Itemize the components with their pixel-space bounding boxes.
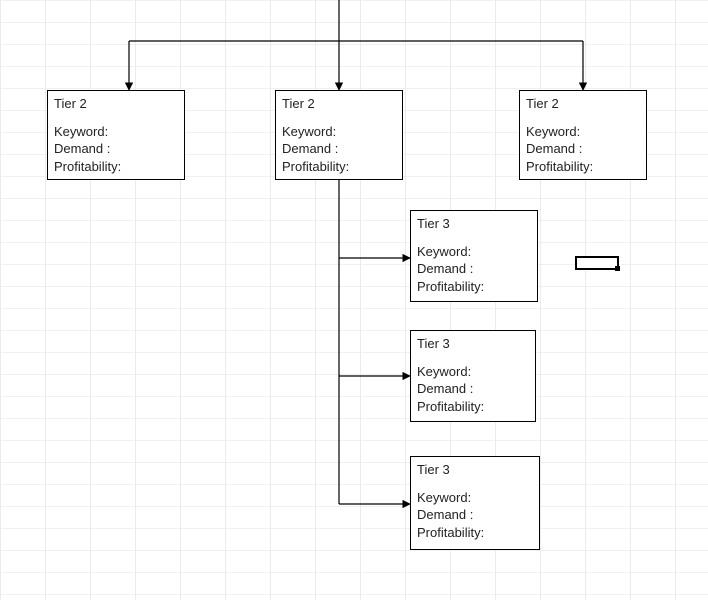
field-demand: Demand :	[526, 140, 640, 158]
field-keyword: Keyword:	[282, 123, 396, 141]
node-title: Tier 2	[54, 95, 178, 113]
node-title: Tier 2	[526, 95, 640, 113]
diagram-stage: Tier 2 Keyword: Demand : Profitability: …	[0, 0, 708, 600]
field-profitability: Profitability:	[417, 278, 531, 296]
field-demand: Demand :	[417, 506, 533, 524]
node-title: Tier 3	[417, 335, 529, 353]
node-title: Tier 3	[417, 215, 531, 233]
field-demand: Demand :	[282, 140, 396, 158]
node-tier3-a[interactable]: Tier 3 Keyword: Demand : Profitability:	[410, 210, 538, 302]
field-keyword: Keyword:	[417, 489, 533, 507]
node-tier2-right[interactable]: Tier 2 Keyword: Demand : Profitability:	[519, 90, 647, 180]
field-keyword: Keyword:	[417, 363, 529, 381]
node-tier3-c[interactable]: Tier 3 Keyword: Demand : Profitability:	[410, 456, 540, 550]
node-tier2-left[interactable]: Tier 2 Keyword: Demand : Profitability:	[47, 90, 185, 180]
field-keyword: Keyword:	[417, 243, 531, 261]
selected-cell[interactable]	[575, 256, 619, 270]
field-demand: Demand :	[417, 380, 529, 398]
field-profitability: Profitability:	[526, 158, 640, 176]
field-demand: Demand :	[54, 140, 178, 158]
field-keyword: Keyword:	[526, 123, 640, 141]
node-title: Tier 2	[282, 95, 396, 113]
node-title: Tier 3	[417, 461, 533, 479]
field-keyword: Keyword:	[54, 123, 178, 141]
field-demand: Demand :	[417, 260, 531, 278]
field-profitability: Profitability:	[54, 158, 178, 176]
field-profitability: Profitability:	[417, 398, 529, 416]
node-tier3-b[interactable]: Tier 3 Keyword: Demand : Profitability:	[410, 330, 536, 422]
node-tier2-center[interactable]: Tier 2 Keyword: Demand : Profitability:	[275, 90, 403, 180]
field-profitability: Profitability:	[282, 158, 396, 176]
field-profitability: Profitability:	[417, 524, 533, 542]
